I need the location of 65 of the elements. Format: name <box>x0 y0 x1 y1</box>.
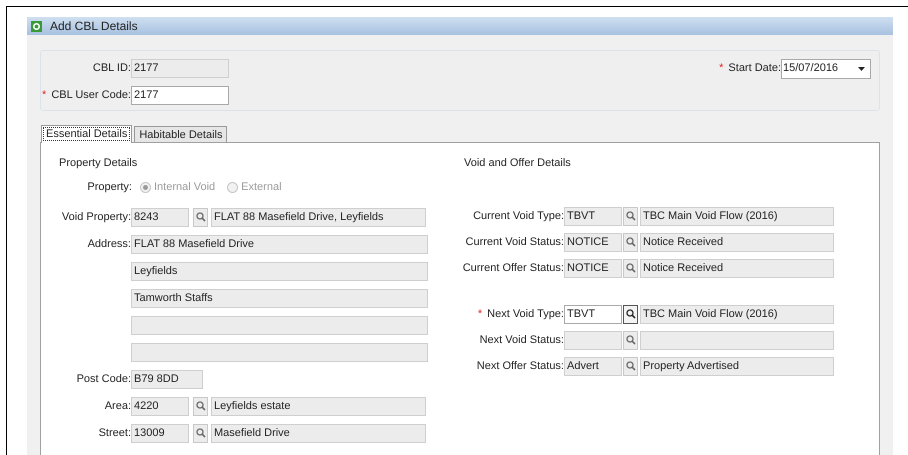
field-label: Street: <box>98 426 131 439</box>
description-field[interactable]: Leyfields estate <box>211 396 426 416</box>
search-icon <box>626 211 636 221</box>
field-label: Area: <box>104 400 131 412</box>
field-label: Start Date: <box>728 61 781 76</box>
field-label: CBL User Code: <box>51 88 131 104</box>
field-label: Address: <box>88 238 131 250</box>
field-label: Next Void Status: <box>480 332 564 348</box>
window-title: Add CBL Details <box>50 18 138 35</box>
code-field[interactable]: Advert <box>564 356 622 376</box>
search-icon <box>196 401 206 411</box>
search-icon <box>196 212 206 222</box>
field-label: Property: <box>86 180 132 195</box>
field-label: Next Void Type: <box>487 306 564 322</box>
tab[interactable]: Habitable Details <box>134 126 228 142</box>
code-field[interactable] <box>564 330 622 350</box>
description-field[interactable]: Masefield Drive <box>211 424 426 442</box>
field-label: Post Code: <box>76 372 131 385</box>
search-icon <box>196 428 206 438</box>
address-field[interactable] <box>131 342 428 362</box>
search-icon <box>626 237 636 247</box>
tab[interactable]: Essential Details <box>41 125 132 143</box>
description-field[interactable]: Notice Received <box>640 258 834 278</box>
code-field[interactable]: 4220 <box>131 396 189 416</box>
search-icon <box>626 361 636 371</box>
address-field[interactable]: Tamworth Staffs <box>131 288 428 308</box>
text-field[interactable]: B79 8DD <box>131 370 203 388</box>
field-label: Next Offer Status: <box>476 358 564 374</box>
text-field[interactable]: 2177 <box>131 59 229 78</box>
code-field[interactable]: NOTICE <box>564 232 622 252</box>
radio-label: Internal Void <box>154 180 216 195</box>
text-field[interactable]: 2177 <box>131 86 229 105</box>
field-label: Current Void Type: <box>473 208 564 224</box>
search-icon <box>626 263 636 273</box>
description-field[interactable]: TBC Main Void Flow (2016) <box>640 304 834 324</box>
radio-label: External <box>241 180 282 195</box>
address-field[interactable] <box>131 316 428 334</box>
address-field[interactable]: FLAT 88 Masefield Drive <box>131 234 428 254</box>
search-button[interactable] <box>623 304 638 324</box>
field-label: Current Offer Status: <box>462 260 564 276</box>
app-icon <box>31 20 42 32</box>
required-asterisk: * <box>42 88 46 104</box>
section-title: Void and Offer Details <box>464 156 572 171</box>
code-field[interactable]: 8243 <box>131 208 189 226</box>
code-field[interactable]: NOTICE <box>564 258 622 278</box>
field-label: Void Property: <box>62 210 131 223</box>
description-field[interactable] <box>640 330 834 350</box>
required-asterisk: * <box>719 61 724 76</box>
code-field[interactable]: TBVT <box>564 206 622 226</box>
field-label: Current Void Status: <box>466 234 564 250</box>
date-picker[interactable]: 15/07/2016 <box>781 58 871 78</box>
description-field[interactable]: FLAT 88 Masefield Drive, Leyfields <box>211 208 426 226</box>
address-field[interactable]: Leyfields <box>131 262 428 280</box>
description-field[interactable]: Notice Received <box>640 232 834 252</box>
description-field[interactable]: Property Advertised <box>640 356 834 376</box>
code-field[interactable]: TBVT <box>564 304 622 324</box>
section-title: Property Details <box>59 156 138 171</box>
field-label: CBL ID: <box>92 61 131 76</box>
required-asterisk: * <box>478 306 482 322</box>
search-icon <box>626 335 636 345</box>
code-field[interactable]: 13009 <box>131 424 189 442</box>
search-icon <box>626 309 636 319</box>
dropdown-caret-icon <box>858 66 865 70</box>
description-field[interactable]: TBC Main Void Flow (2016) <box>640 206 834 226</box>
date-value: 15/07/2016 <box>783 61 838 76</box>
